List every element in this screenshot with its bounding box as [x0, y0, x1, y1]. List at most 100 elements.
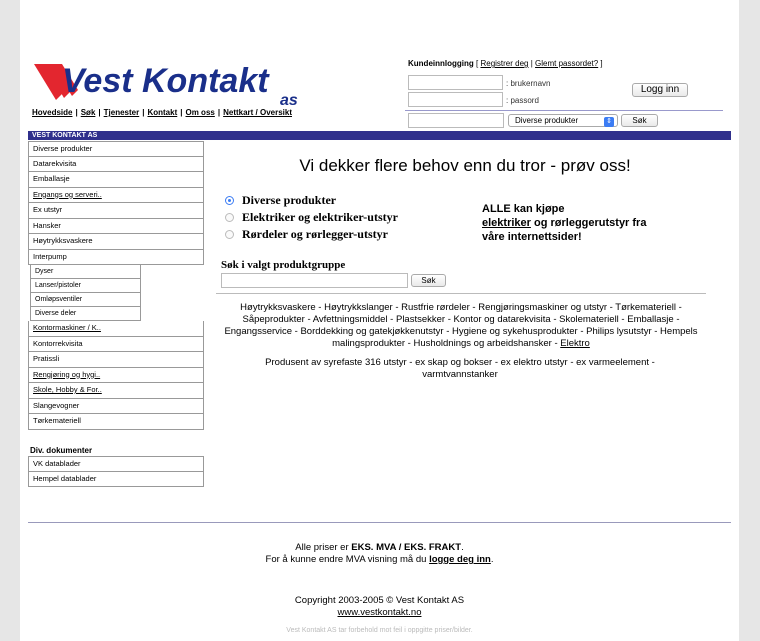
nav-sok[interactable]: Søk	[81, 108, 96, 117]
radio-label: Diverse produkter	[242, 193, 337, 207]
sidebar-item-label: Interpump	[33, 251, 67, 261]
logo-text: Vest Kontakt	[62, 62, 270, 100]
category-list: Høytrykksvaskere - Høytrykkslanger - Rus…	[220, 302, 702, 350]
sidebar-item-label: Engangs og serveri..	[33, 189, 102, 199]
docs-list: VK datablader Hempel datablader	[28, 456, 204, 487]
radio-label: Elektriker og elektriker-utstyr	[242, 210, 398, 224]
group-search-input[interactable]	[221, 273, 408, 288]
vest-kontakt-logo[interactable]: Vest Kontakt as	[32, 60, 312, 109]
sidebar-item-diverse-produkter[interactable]: Diverse produkter	[28, 141, 204, 157]
sidebar: Diverse produkter Datarekvisita Emballasje…	[28, 141, 204, 430]
radio-checked-icon[interactable]	[225, 196, 234, 205]
mva-text: For å kunne endre MVA visning må du	[265, 554, 430, 565]
username-label: : brukernavn	[506, 79, 551, 88]
sidebar-item-ex-utstyr[interactable]: Ex utstyr	[28, 203, 204, 219]
docs-heading: Div. dokumenter	[30, 446, 93, 455]
nav-om-oss[interactable]: Om oss	[186, 108, 215, 117]
nav-kontakt[interactable]: Kontakt	[147, 108, 177, 117]
sidebar-item-slangevogner[interactable]: Slangevogner	[28, 398, 204, 414]
sidebar-item-label: Skole, Hobby & For..	[33, 385, 102, 394]
submenu-item-dyser[interactable]: Dyser	[30, 265, 141, 279]
radio-unchecked-icon[interactable]	[225, 230, 234, 239]
category-select[interactable]: Diverse produkter ⇕	[508, 114, 618, 127]
blue-bar: VEST KONTAKT AS	[28, 131, 731, 140]
sidebar-submenu: Dyser Lanser/pistoler Omløpsventiler Divers…	[30, 265, 141, 321]
sidebar-item-label: Kontormaskiner / K..	[33, 323, 101, 332]
login-heading: Kundeinnlogging	[408, 59, 474, 68]
blue-bar-label: VEST KONTAKT AS	[32, 132, 98, 139]
password-input[interactable]	[408, 92, 503, 107]
main-divider	[216, 293, 706, 294]
nav-hovedside[interactable]: Hovedside	[32, 108, 72, 117]
top-nav: Hovedside | Søk | Tjenester | Kontakt | Om oss | N…	[32, 108, 293, 117]
sidebar-item-label: Datarekvisita	[33, 158, 77, 168]
password-label: : passord	[506, 96, 539, 105]
sidebar-item-engangs-og-serveri[interactable]: Engangs og serveri..	[28, 187, 204, 203]
sidebar-item-label: Kontorrekvisita	[33, 338, 83, 348]
copyright-text: Copyright 2003-2005 © Vest Kontakt AS	[294, 595, 465, 606]
register-link[interactable]: Registrer deg	[480, 59, 528, 68]
sidebar-item-kontormaskiner-k[interactable]: Kontormaskiner / K..	[28, 321, 204, 337]
sidebar-item-emballasje[interactable]: Emballasje	[28, 172, 204, 188]
login-title-row: Kundeinnlogging [ Registrer deg | Glemt …	[408, 59, 603, 68]
group-search-button[interactable]: Søk	[411, 274, 446, 287]
forgot-password-link[interactable]: Glemt passordet?	[535, 59, 598, 68]
sidebar-item-label: Diverse produkter	[33, 144, 93, 153]
copyright-block: Copyright 2003-2005 © Vest Kontakt AS ww…	[20, 595, 739, 619]
sidebar-item-label: Pratissli	[33, 354, 60, 363]
footer-divider	[28, 522, 731, 523]
sidebar-item-rengjøring-og-hygi[interactable]: Rengjøring og hygi..	[28, 367, 204, 383]
sidebar-item-skole-hobby-for[interactable]: Skole, Hobby & For..	[28, 383, 204, 399]
radio-rordeler[interactable]: Rørdeler og rørlegger-utstyr	[225, 227, 388, 242]
sidebar-item-label: Hansker	[33, 220, 61, 230]
elektro-link[interactable]: Elektro	[560, 338, 590, 349]
price-bold: EKS. MVA / EKS. FRAKT	[351, 542, 462, 553]
sidebar-item-label: Rengjøring og hygi..	[33, 369, 101, 379]
nav-nettkart[interactable]: Nettkart / Oversikt	[223, 108, 292, 117]
headline: Vi dekker flere behov enn du tror - prøv…	[299, 156, 631, 175]
mva-post: .	[490, 554, 494, 565]
sidebar-item-høytrykksvaskere[interactable]: Høytrykksvaskere	[28, 234, 204, 250]
doc-item-vk-datablader[interactable]: VK datablader	[28, 456, 204, 472]
radio-diverse-produkter[interactable]: Diverse produkter	[225, 193, 336, 208]
radio-unchecked-icon[interactable]	[225, 213, 234, 222]
sidebar-item-datarekvisita[interactable]: Datarekvisita	[28, 156, 204, 172]
select-arrows-icon: ⇕	[604, 117, 614, 127]
nav-tjenester[interactable]: Tjenester	[104, 108, 140, 117]
sidebar-item-tørkemateriell[interactable]: Tørkemateriell	[28, 414, 204, 430]
submenu-item-omløpsventiler[interactable]: Omløpsventiler	[30, 293, 141, 307]
login-divider	[405, 110, 723, 111]
radio-label: Rørdeler og rørlegger-utstyr	[242, 227, 388, 241]
login-link[interactable]: logge deg inn	[429, 554, 491, 565]
submenu-item-diverse-deler[interactable]: Diverse deler	[30, 307, 141, 321]
promo-elektriker-link[interactable]: elektriker	[482, 217, 531, 229]
price-post: .	[461, 542, 464, 553]
produsent-text: Produsent av syrefaste 316 utstyr - ex s…	[265, 357, 655, 380]
sidebar-item-interpump[interactable]: Interpump	[28, 249, 204, 265]
sidebar-item-label: Tørkemateriell	[33, 416, 81, 425]
price-info: Alle priser er EKS. MVA / EKS. FRAKT. Fo…	[20, 542, 739, 566]
sidebar-item-pratissli[interactable]: Pratissli	[28, 352, 204, 368]
sidebar-item-hansker[interactable]: Hansker	[28, 218, 204, 234]
radio-elektriker[interactable]: Elektriker og elektriker-utstyr	[225, 210, 398, 225]
top-search-button[interactable]: Søk	[621, 114, 658, 127]
category-select-value: Diverse produkter	[515, 116, 579, 125]
top-search-input[interactable]	[408, 113, 504, 128]
promo-line-1: ALLE kan kjøpe	[482, 203, 565, 215]
sidebar-item-label: Slangevogner	[33, 400, 80, 410]
doc-item-hempel-datablader[interactable]: Hempel datablader	[28, 471, 204, 487]
promo-text: ALLE kan kjøpe elektriker og rørleggerut…	[482, 202, 652, 244]
site-link[interactable]: www.vestkontakt.no	[338, 607, 422, 618]
sidebar-item-label: Emballasje	[33, 174, 70, 183]
username-input[interactable]	[408, 75, 503, 90]
login-button[interactable]: Logg inn	[632, 83, 688, 97]
category-text: Høytrykksvaskere - Høytrykkslanger - Rus…	[224, 302, 698, 349]
sidebar-item-label: Høytrykksvaskere	[33, 236, 93, 245]
disclaimer: Vest Kontakt AS tar forbehold mot feil i…	[286, 627, 473, 634]
sidebar-item-label: Ex utstyr	[33, 205, 63, 214]
submenu-item-lanser-pistoler[interactable]: Lanser/pistoler	[30, 279, 141, 293]
group-search-heading: Søk i valgt produktgruppe	[221, 259, 346, 271]
logo-suffix: as	[280, 92, 298, 108]
sidebar-item-kontorrekvisita[interactable]: Kontorrekvisita	[28, 336, 204, 352]
page: Vest Kontakt as Hovedside | Søk | Tjenester |…	[20, 0, 739, 641]
